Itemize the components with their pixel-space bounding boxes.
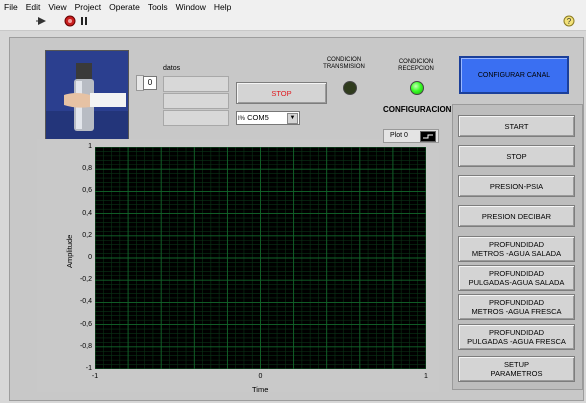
y-tick-label: 0,8	[82, 165, 92, 173]
plot-grid	[94, 146, 427, 370]
side-button-7-line2: PULGADAS -AGUA FRESCA	[467, 337, 566, 346]
legend-line-icon	[420, 131, 436, 142]
help-icon[interactable]: ?	[563, 15, 575, 27]
run-arrow-icon[interactable]	[36, 15, 48, 27]
condicion-recepcion-label: CONDICION RECEPCION	[391, 59, 441, 73]
side-button-0-line1: START	[504, 121, 529, 131]
side-button-8-line1: SETUP	[503, 360, 529, 369]
condicion-recepcion-line1: CONDICION	[398, 59, 434, 65]
y-tick-label: -0,8	[79, 342, 92, 350]
menu-tools[interactable]: Tools	[144, 2, 172, 12]
side-button-2-line1: PRESION-PSIA	[489, 181, 544, 191]
toolbar: ?	[0, 13, 586, 31]
condicion-transmision-line1: CONDICION	[326, 57, 362, 63]
condicion-transmision-line2: TRANSMISION	[323, 64, 365, 70]
array-index-input[interactable]: 0	[143, 76, 157, 90]
menu-file[interactable]: File	[0, 2, 22, 12]
side-button-6[interactable]: PROFUNDIDAD METROS -AGUA FRESCA	[458, 294, 575, 320]
y-tick-label: -0,6	[79, 320, 92, 328]
side-button-1-line1: STOP	[506, 151, 527, 161]
datos-element-0	[163, 76, 229, 92]
com-port-select[interactable]: I% COM5 ▼	[236, 111, 300, 125]
side-button-5-line1: PROFUNDIDAD	[488, 269, 544, 278]
com-port-prefix: I%	[238, 116, 246, 122]
plot-legend[interactable]: Plot 0	[383, 129, 439, 143]
legend-plot-0: Plot 0	[390, 132, 408, 139]
stop-button-top[interactable]: STOP	[236, 82, 327, 104]
y-tick-label: 0,4	[82, 209, 92, 217]
plot-area[interactable]	[94, 146, 427, 370]
y-axis-label: Amplitude	[65, 234, 74, 268]
side-button-4[interactable]: PROFUNDIDAD METROS -AGUA SALADA	[458, 236, 575, 262]
condicion-recepcion-led	[410, 81, 424, 95]
pause-icon[interactable]	[78, 15, 90, 27]
side-button-1[interactable]: STOP	[458, 145, 575, 167]
x-tick-label: 0	[258, 373, 263, 380]
side-button-3-line1: PRESION DECIBAR	[481, 211, 552, 221]
menu-help[interactable]: Help	[210, 2, 235, 12]
side-button-5[interactable]: PROFUNDIDAD PULGADAS-AGUA SALADA	[458, 265, 575, 291]
datos-element-1	[163, 93, 229, 109]
y-tick-label: -0,4	[79, 298, 92, 306]
datos-element-2	[163, 110, 229, 126]
sensor-photo	[45, 50, 129, 144]
y-tick-label: -0,2	[79, 276, 92, 284]
side-button-5-line2: PULGADAS-AGUA SALADA	[468, 278, 565, 287]
condicion-transmision-label: CONDICION TRANSMISION	[321, 57, 367, 71]
menu-operate[interactable]: Operate	[105, 2, 144, 12]
side-button-7[interactable]: PROFUNDIDAD PULGADAS -AGUA FRESCA	[458, 324, 575, 350]
side-button-0[interactable]: START	[458, 115, 575, 137]
x-axis-label: Time	[252, 385, 269, 394]
menu-edit[interactable]: Edit	[22, 2, 45, 12]
configurar-canal-button[interactable]: CONFIGURAR CANAL	[459, 56, 569, 94]
side-button-8-line2: PARAMETROS	[490, 369, 543, 378]
y-tick-label: -1	[85, 365, 92, 372]
com-port-value: COM5	[247, 113, 269, 122]
chevron-down-icon[interactable]: ▼	[287, 113, 298, 124]
menu-window[interactable]: Window	[172, 2, 210, 12]
y-tick-label: 1	[88, 143, 92, 150]
side-button-4-line1: PROFUNDIDAD	[488, 240, 544, 249]
condicion-transmision-led	[343, 81, 357, 95]
menu-bar: File Edit View Project Operate Tools Win…	[0, 0, 586, 13]
x-tick-label: 1	[424, 373, 428, 380]
svg-text:?: ?	[567, 17, 572, 26]
side-button-4-line2: METROS -AGUA SALADA	[471, 249, 562, 258]
condicion-recepcion-line2: RECEPCION	[398, 66, 434, 72]
side-button-6-line1: PROFUNDIDAD	[488, 298, 544, 307]
datos-label: datos	[163, 65, 181, 72]
side-button-8[interactable]: SETUP PARAMETROS	[458, 356, 575, 382]
x-tick-label: -1	[91, 373, 99, 380]
y-tick-label: 0,6	[82, 187, 92, 195]
configuracion-title: CONFIGURACION	[383, 105, 452, 114]
menu-project[interactable]: Project	[71, 2, 105, 12]
side-button-3[interactable]: PRESION DECIBAR	[458, 205, 575, 227]
side-button-2[interactable]: PRESION-PSIA	[458, 175, 575, 197]
side-button-7-line1: PROFUNDIDAD	[488, 328, 544, 337]
abort-icon[interactable]	[64, 15, 76, 27]
menu-view[interactable]: View	[44, 2, 70, 12]
side-button-6-line2: METROS -AGUA FRESCA	[471, 307, 562, 316]
